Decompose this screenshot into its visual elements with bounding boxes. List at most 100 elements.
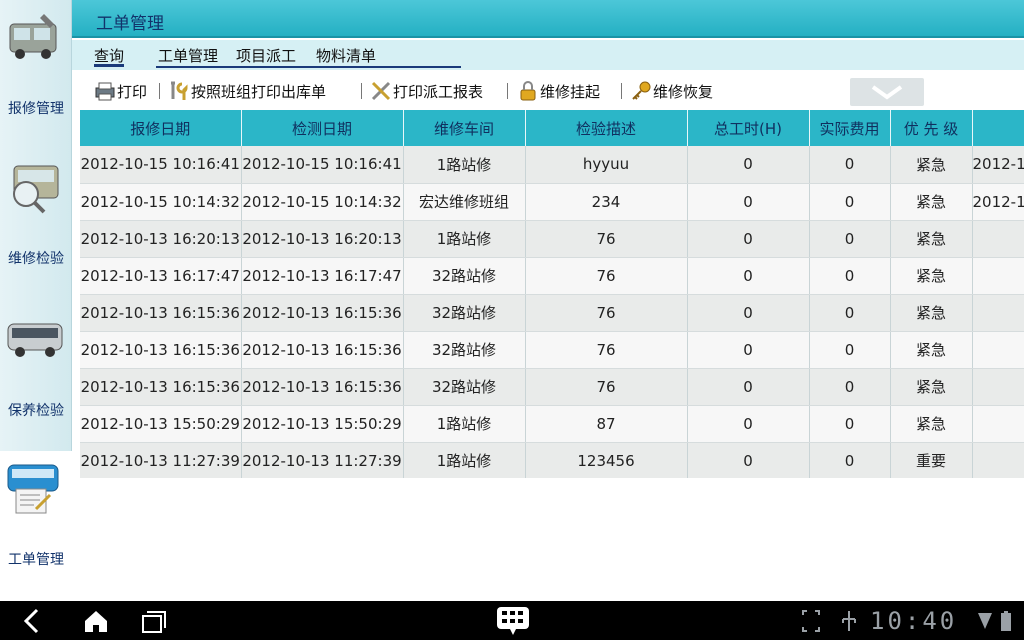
lock-icon xyxy=(520,81,536,101)
extra-cell: 2012-1 xyxy=(972,183,1024,221)
inspection-date-cell: 2012-10-13 15:50:29 xyxy=(241,405,404,443)
table-row[interactable]: 2012-10-13 16:15:36 2012-10-13 16:15:36 32… xyxy=(80,331,1024,369)
workshop-cell: 32路站修 xyxy=(403,257,526,295)
table-row[interactable]: 2012-10-13 16:15:36 2012-10-13 16:15:36 32… xyxy=(80,294,1024,332)
priority-cell: 重要 xyxy=(890,442,973,478)
table-row[interactable]: 2012-10-13 16:20:13 2012-10-13 16:20:13 1路… xyxy=(80,220,1024,258)
workshop-cell: 1路站修 xyxy=(403,405,526,443)
inspection-date-cell: 2012-10-15 10:16:41 xyxy=(241,146,404,184)
repair-resume-button[interactable]: 维修恢复 xyxy=(630,80,713,102)
priority-cell: 紧急 xyxy=(890,331,973,369)
sidebar-item-repair-inspection[interactable]: 维修检验 xyxy=(0,150,72,300)
sidebar-item-repair-management[interactable]: 报修管理 xyxy=(0,0,72,150)
toolbar: 打印 按照班组打印出库单 打印派工报表 维修挂起 维修恢复 xyxy=(72,70,1024,110)
table-row[interactable]: 2012-10-13 16:15:36 2012-10-13 16:15:36 32… xyxy=(80,368,1024,406)
sidebar-item-label: 工单管理 xyxy=(8,552,64,568)
table-row[interactable]: 2012-10-13 15:50:29 2012-10-13 15:50:29 1路… xyxy=(80,405,1024,443)
extra-cell xyxy=(972,257,1024,295)
printer-icon xyxy=(95,82,115,101)
column-header-extra[interactable] xyxy=(972,110,1024,146)
column-header-description[interactable]: 检验描述 xyxy=(525,110,688,146)
sidebar-item-maintenance-inspection[interactable]: 保养检验 xyxy=(0,300,72,450)
table-row[interactable]: 2012-10-15 10:16:41 2012-10-15 10:16:41 1路… xyxy=(80,146,1024,184)
workshop-cell: 32路站修 xyxy=(403,368,526,406)
total-hours-cell: 0 xyxy=(687,257,810,295)
key-icon xyxy=(632,81,651,100)
workshop-cell: 宏达维修班组 xyxy=(403,183,526,221)
extra-cell xyxy=(972,368,1024,406)
repair-date-cell: 2012-10-13 16:20:13 xyxy=(80,220,242,258)
page-title: 工单管理 xyxy=(96,14,164,34)
app-menu-icon[interactable] xyxy=(496,605,530,637)
inspection-date-cell: 2012-10-13 16:15:36 xyxy=(241,294,404,332)
description-cell: 87 xyxy=(525,405,688,443)
fullscreen-icon[interactable] xyxy=(800,607,822,635)
priority-cell: 紧急 xyxy=(890,220,973,258)
priority-cell: 紧急 xyxy=(890,183,973,221)
maintenance-bus-icon xyxy=(7,323,63,357)
workshop-cell: 1路站修 xyxy=(403,442,526,478)
tab-work-order-management[interactable]: 工单管理 xyxy=(158,45,218,67)
print-by-team-button[interactable]: 按照班组打印出库单 xyxy=(168,80,326,102)
tab-underline xyxy=(156,66,461,68)
inspection-date-cell: 2012-10-15 10:14:32 xyxy=(241,183,404,221)
toolbar-separator xyxy=(621,83,622,99)
description-cell: 76 xyxy=(525,368,688,406)
extra-cell xyxy=(972,220,1024,258)
sidebar: 报修管理 维修检验 保养检验 工单管理 xyxy=(0,0,72,601)
repair-date-cell: 2012-10-13 16:17:47 xyxy=(80,257,242,295)
column-header-priority[interactable]: 优 先 级 xyxy=(890,110,973,146)
table-row[interactable]: 2012-10-13 11:27:39 2012-10-13 11:27:39 1路… xyxy=(80,442,1024,478)
sidebar-item-label: 报修管理 xyxy=(8,101,64,117)
total-hours-cell: 0 xyxy=(687,183,810,221)
repair-date-cell: 2012-10-15 10:16:41 xyxy=(80,146,242,184)
print-dispatch-report-button[interactable]: 打印派工报表 xyxy=(370,80,483,102)
print-button[interactable]: 打印 xyxy=(94,80,147,102)
tab-project-dispatch[interactable]: 项目派工 xyxy=(236,45,296,67)
system-navigation-bar: 10:40 xyxy=(0,601,1024,640)
print-label: 打印 xyxy=(117,82,148,101)
back-icon[interactable] xyxy=(18,607,46,635)
repair-date-cell: 2012-10-15 10:14:32 xyxy=(80,183,242,221)
usb-icon xyxy=(842,611,856,631)
repair-date-cell: 2012-10-13 11:27:39 xyxy=(80,442,242,478)
description-cell: 76 xyxy=(525,294,688,332)
collapse-button[interactable] xyxy=(850,78,924,106)
actual-cost-cell: 0 xyxy=(809,294,891,332)
tab-material-list[interactable]: 物料清单 xyxy=(316,45,376,67)
repair-resume-label: 维修恢复 xyxy=(653,82,714,101)
table-row[interactable]: 2012-10-15 10:14:32 2012-10-15 10:14:32 宏达… xyxy=(80,183,1024,221)
table-header-row: 报修日期 检测日期 维修车间 检验描述 总工时(H) 实际费用 优 先 级 xyxy=(80,110,1024,146)
sidebar-item-label: 保养检验 xyxy=(8,403,64,419)
inspection-date-cell: 2012-10-13 16:15:36 xyxy=(241,368,404,406)
column-header-actual-cost[interactable]: 实际费用 xyxy=(809,110,891,146)
repair-hold-button[interactable]: 维修挂起 xyxy=(517,80,600,102)
extra-cell xyxy=(972,442,1024,478)
sidebar-item-label: 维修检验 xyxy=(8,251,64,267)
priority-cell: 紧急 xyxy=(890,294,973,332)
inspection-date-cell: 2012-10-13 16:17:47 xyxy=(241,257,404,295)
extra-cell xyxy=(972,405,1024,443)
priority-cell: 紧急 xyxy=(890,405,973,443)
print-dispatch-report-label: 打印派工报表 xyxy=(393,82,484,101)
title-bar: 工单管理 xyxy=(72,0,1024,38)
table-row[interactable]: 2012-10-13 16:17:47 2012-10-13 16:17:47 32… xyxy=(80,257,1024,295)
tab-query[interactable]: 查询 xyxy=(94,45,125,67)
total-hours-cell: 0 xyxy=(687,331,810,369)
description-cell: 234 xyxy=(525,183,688,221)
column-header-inspection-date[interactable]: 检测日期 xyxy=(241,110,404,146)
work-order-bus-icon xyxy=(7,464,59,514)
column-header-workshop[interactable]: 维修车间 xyxy=(403,110,526,146)
extra-cell xyxy=(972,331,1024,369)
column-header-total-hours[interactable]: 总工时(H) xyxy=(687,110,810,146)
home-icon[interactable] xyxy=(82,607,110,635)
recent-apps-icon[interactable] xyxy=(140,607,168,635)
column-header-repair-date[interactable]: 报修日期 xyxy=(80,110,242,146)
description-cell: 76 xyxy=(525,220,688,258)
status-clock: 10:40 xyxy=(870,607,958,635)
inspection-bus-icon xyxy=(13,165,59,214)
repair-truck-icon xyxy=(9,14,57,59)
total-hours-cell: 0 xyxy=(687,405,810,443)
repair-date-cell: 2012-10-13 15:50:29 xyxy=(80,405,242,443)
sidebar-item-work-order-management[interactable]: 工单管理 xyxy=(0,451,72,601)
